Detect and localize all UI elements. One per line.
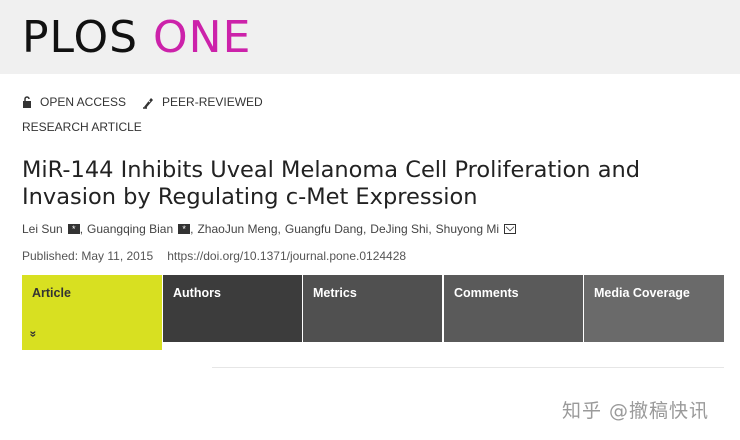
tab-label: Comments: [454, 286, 519, 300]
author-shuyong-mi[interactable]: Shuyong Mi: [435, 222, 517, 236]
author-name: DeJing Shi: [370, 222, 429, 236]
author-name: Lei Sun: [22, 222, 63, 236]
author-list: Lei Sun * , Guangqing Bian * , ZhaoJun M…: [22, 222, 517, 236]
author-name: Shuyong Mi: [435, 222, 500, 236]
author-name: Guangqing Bian: [87, 222, 174, 236]
author-guangqing-bian[interactable]: Guangqing Bian *: [87, 222, 191, 236]
unlock-icon: [23, 96, 31, 108]
article-tabs: Article » Authors Metrics Comments Media…: [22, 275, 724, 350]
plos-one-logo[interactable]: PLOS ONE: [22, 9, 251, 67]
open-access-label: OPEN ACCESS: [40, 95, 127, 109]
logo-plos: PLOS: [22, 12, 139, 63]
chevron-down-icon: »: [26, 330, 41, 338]
tab-media-coverage[interactable]: Media Coverage: [584, 275, 724, 342]
author-name: Guangfu Dang: [284, 222, 363, 236]
tab-label: Article: [32, 286, 71, 300]
tab-authors[interactable]: Authors: [163, 275, 302, 342]
article-type: RESEARCH ARTICLE: [22, 120, 142, 134]
publication-info: Published: May 11, 2015 https://doi.org/1…: [22, 249, 406, 263]
tab-label: Metrics: [313, 286, 357, 300]
article-title: MiR-144 Inhibits Uveal Melanoma Cell Pro…: [22, 157, 641, 210]
peer-reviewed-icon: [143, 97, 154, 109]
site-header: PLOS ONE: [0, 0, 740, 74]
open-access-badge[interactable]: OPEN ACCESS: [22, 95, 126, 109]
author-zhaojun-meng[interactable]: ZhaoJun Meng: [197, 222, 277, 236]
author-name: ZhaoJun Meng: [197, 222, 278, 236]
tab-comments[interactable]: Comments: [444, 275, 583, 342]
tab-label: Authors: [173, 286, 221, 300]
author-guangfu-dang[interactable]: Guangfu Dang: [285, 222, 363, 236]
equal-contribution-icon: *: [67, 224, 80, 234]
peer-reviewed-badge[interactable]: PEER-REVIEWED: [142, 95, 263, 109]
divider: [212, 367, 724, 368]
email-icon: [504, 224, 517, 234]
doi-link[interactable]: https://doi.org/10.1371/journal.pone.012…: [167, 249, 406, 263]
published-date: Published: May 11, 2015: [22, 249, 154, 263]
tab-label: Media Coverage: [594, 286, 690, 300]
tab-metrics[interactable]: Metrics: [303, 275, 442, 342]
access-badges: OPEN ACCESS PEER-REVIEWED: [22, 94, 279, 110]
watermark: 知乎 @撤稿快讯: [562, 400, 710, 422]
equal-contribution-icon: *: [178, 224, 191, 234]
author-dejing-shi[interactable]: DeJing Shi: [370, 222, 428, 236]
logo-one: ONE: [153, 12, 252, 63]
peer-reviewed-label: PEER-REVIEWED: [162, 95, 263, 109]
author-lei-sun[interactable]: Lei Sun *: [22, 222, 80, 236]
tab-article[interactable]: Article »: [22, 275, 162, 350]
